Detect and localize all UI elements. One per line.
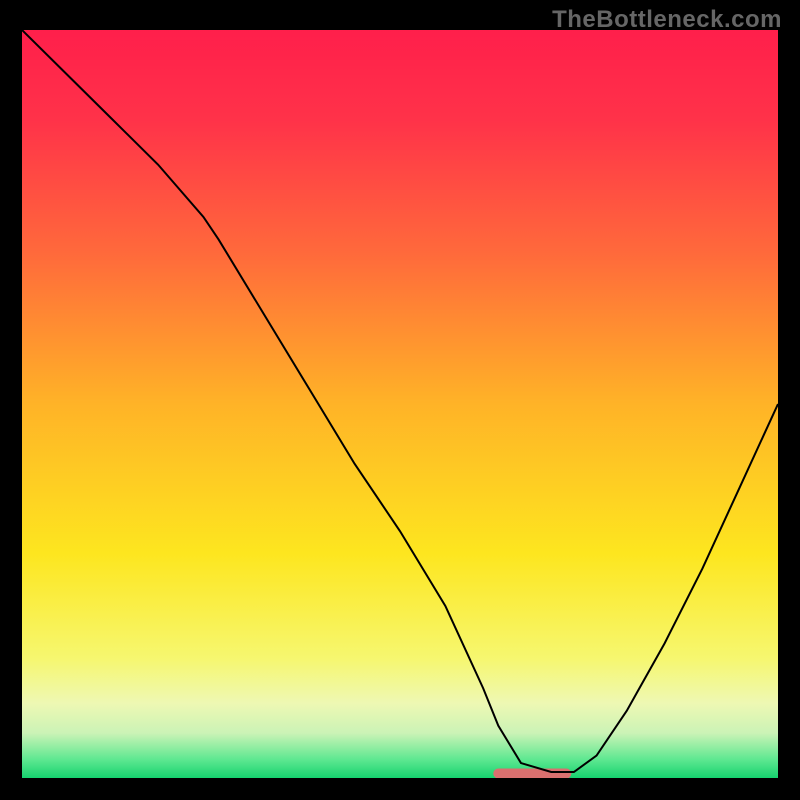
plot-area xyxy=(22,30,778,778)
watermark-text: TheBottleneck.com xyxy=(552,6,782,34)
chart-frame: TheBottleneck.com xyxy=(0,0,800,800)
chart-svg xyxy=(22,30,778,778)
